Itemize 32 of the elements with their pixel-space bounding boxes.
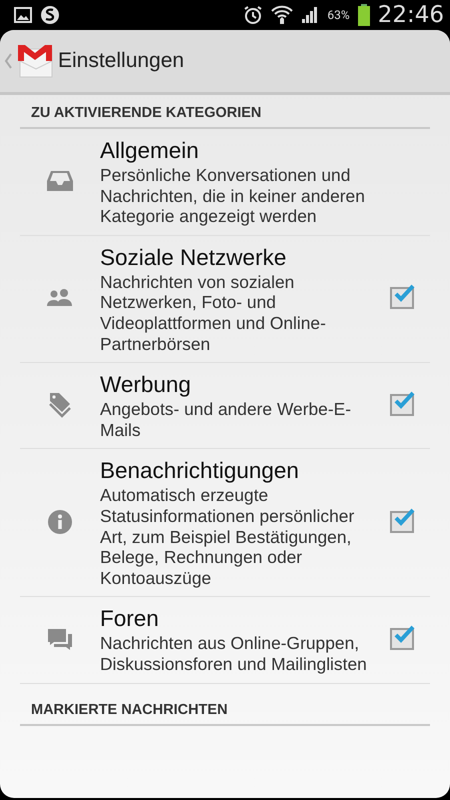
checkbox[interactable] [390,511,414,534]
people-icon [46,289,74,308]
inbox-icon [46,169,74,194]
tag-icon [48,391,72,420]
battery-percent: 63% [327,8,350,22]
battery-icon [358,4,370,26]
category-description: Angebots- und andere Werbe-E-Mails [100,399,352,440]
forum-icon [47,627,73,652]
screen-title: Einstellungen [58,49,184,73]
wifi-icon [271,5,294,25]
back-icon[interactable] [4,53,12,69]
checkbox[interactable] [390,287,414,310]
category-title: Allgemein [100,137,200,165]
category-title: Foren [100,605,160,634]
s-logo-icon [40,5,60,25]
category-description: Nachrichten aus Online-Gruppen, Diskussionsforen und Mailinglisten [100,633,368,674]
alarm-icon [243,5,264,25]
info-icon [47,509,73,536]
category-title: Benachrichtigungen [100,457,300,486]
category-description: Automatisch erzeugte Statusinformationen persönlicher Art, zum Beispiel Bestätigungen, Belege, Rechnungen oder Kontoauszüge [100,485,356,588]
image-icon [14,7,32,23]
section-header: ZU AKTIVIERENDE KATEGORIEN [20,95,430,129]
signal-icon [301,6,320,24]
category-description: Persönliche Konversationen und Nachrichten, die in keiner anderen Kategorie angezeigt werden [100,165,366,227]
section-header: MARKIERTE NACHRICHTEN [20,692,430,726]
checkbox[interactable] [390,628,414,650]
category-title: Werbung [100,371,192,400]
checkbox[interactable] [390,394,414,416]
category-title: Soziale Netzwerke [100,244,288,272]
category-description: Nachrichten von sozialen Netzwerken, Foto- und Videoplattformen und Online-Partnerbörsen [100,272,327,354]
clock-time: 22:46 [378,2,444,28]
mail-logo-icon[interactable] [16,43,54,79]
